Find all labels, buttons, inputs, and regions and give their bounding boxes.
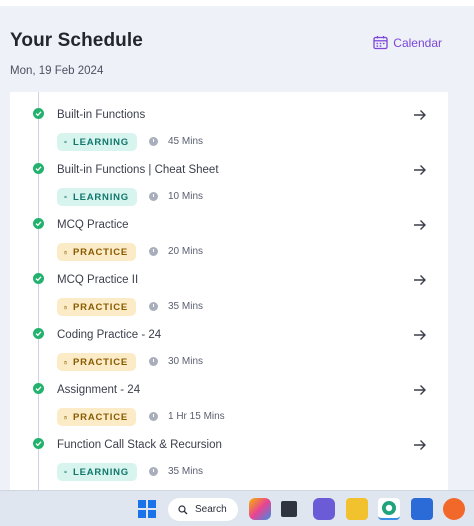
badge-label: PRACTICE [73, 246, 128, 258]
duration: 1 Hr 15 Mins [149, 411, 225, 422]
badge-label: PRACTICE [73, 411, 128, 423]
task-view-icon[interactable] [281, 501, 297, 517]
item-title[interactable]: Built-in Functions | Cheat Sheet [57, 164, 219, 176]
schedule-item[interactable]: Assignment - 24 PRACTICE 1 Hr 15 Mins [10, 375, 448, 430]
schedule-item[interactable]: MCQ Practice PRACTICE 20 Mins [10, 210, 448, 265]
clock-icon [149, 357, 158, 366]
check-circle-icon [33, 328, 44, 339]
practice-badge: PRACTICE [57, 243, 136, 261]
badge-label: PRACTICE [73, 356, 128, 368]
schedule-list: Built-in Functions LEARNING 45 Mins Buil… [10, 92, 448, 492]
arrow-right-icon[interactable] [412, 107, 428, 123]
duration: 30 Mins [149, 356, 203, 367]
item-title[interactable]: Built-in Functions [57, 109, 145, 121]
book-icon [64, 195, 67, 199]
arrow-right-icon[interactable] [412, 382, 428, 398]
badge-label: LEARNING [72, 136, 129, 148]
clock-icon [149, 467, 158, 476]
taskbar-search-button[interactable]: Search [168, 498, 238, 521]
clock-icon [149, 192, 158, 201]
schedule-item[interactable]: Function Call Stack & Recursion LEARNING… [10, 430, 448, 485]
schedule-item[interactable]: Coding Practice - 24 PRACTICE 30 Mins [10, 320, 448, 375]
practice-badge: PRACTICE [57, 353, 136, 371]
check-circle-icon [33, 438, 44, 449]
duration-text: 45 Mins [168, 136, 204, 147]
store-icon[interactable] [411, 498, 433, 520]
calendar-link[interactable]: Calendar [373, 35, 442, 50]
item-title[interactable]: Coding Practice - 24 [57, 329, 161, 341]
clipboard-icon [64, 415, 67, 419]
duration-text: 10 Mins [168, 191, 204, 202]
arrow-right-icon[interactable] [412, 327, 428, 343]
schedule-item[interactable]: Built-in Functions LEARNING 45 Mins [10, 100, 448, 155]
firefox-icon[interactable] [443, 498, 465, 520]
duration-text: 20 Mins [168, 246, 204, 257]
schedule-item[interactable]: MCQ Practice II PRACTICE 35 Mins [10, 265, 448, 320]
learning-badge: LEARNING [57, 133, 137, 151]
arrow-right-icon[interactable] [412, 217, 428, 233]
windows-taskbar: Search [0, 490, 474, 526]
item-title[interactable]: Assignment - 24 [57, 384, 140, 396]
chat-icon[interactable] [313, 498, 335, 520]
check-circle-icon [33, 218, 44, 229]
book-icon [64, 470, 67, 474]
practice-badge: PRACTICE [57, 298, 136, 316]
schedule-date: Mon, 19 Feb 2024 [10, 65, 104, 77]
clipboard-icon [64, 305, 67, 309]
clock-icon [149, 247, 158, 256]
item-title[interactable]: Function Call Stack & Recursion [57, 439, 222, 451]
duration: 35 Mins [149, 466, 203, 477]
clock-icon [149, 412, 158, 421]
duration: 10 Mins [149, 191, 203, 202]
arrow-right-icon[interactable] [412, 162, 428, 178]
duration: 20 Mins [149, 246, 203, 257]
check-circle-icon [33, 108, 44, 119]
search-icon [178, 504, 188, 514]
calendar-icon [373, 36, 388, 50]
clipboard-icon [64, 250, 67, 254]
copilot-icon[interactable] [249, 498, 271, 520]
badge-label: LEARNING [72, 466, 129, 478]
schedule-item[interactable]: Built-in Functions | Cheat Sheet LEARNIN… [10, 155, 448, 210]
duration: 45 Mins [149, 136, 203, 147]
book-icon [64, 140, 67, 144]
duration: 35 Mins [149, 301, 203, 312]
schedule-header: Your Schedule Mon, 19 Feb 2024 Calendar [10, 30, 460, 77]
badge-label: LEARNING [72, 191, 129, 203]
item-title[interactable]: MCQ Practice [57, 219, 129, 231]
check-circle-icon [33, 383, 44, 394]
check-circle-icon [33, 273, 44, 284]
calendar-link-label: Calendar [393, 35, 442, 50]
duration-text: 35 Mins [168, 466, 204, 477]
duration-text: 30 Mins [168, 356, 204, 367]
file-explorer-icon[interactable] [346, 498, 368, 520]
taskbar-search-label: Search [195, 504, 227, 515]
practice-badge: PRACTICE [57, 408, 136, 426]
item-title[interactable]: MCQ Practice II [57, 274, 138, 286]
edge-browser-icon[interactable] [378, 498, 400, 520]
learning-badge: LEARNING [57, 463, 137, 481]
arrow-right-icon[interactable] [412, 437, 428, 453]
duration-text: 1 Hr 15 Mins [168, 411, 225, 422]
top-strip [0, 0, 474, 6]
badge-label: PRACTICE [73, 301, 128, 313]
windows-start-icon[interactable] [138, 500, 156, 518]
arrow-right-icon[interactable] [412, 272, 428, 288]
clipboard-icon [64, 360, 67, 364]
learning-badge: LEARNING [57, 188, 137, 206]
duration-text: 35 Mins [168, 301, 204, 312]
clock-icon [149, 137, 158, 146]
check-circle-icon [33, 163, 44, 174]
clock-icon [149, 302, 158, 311]
